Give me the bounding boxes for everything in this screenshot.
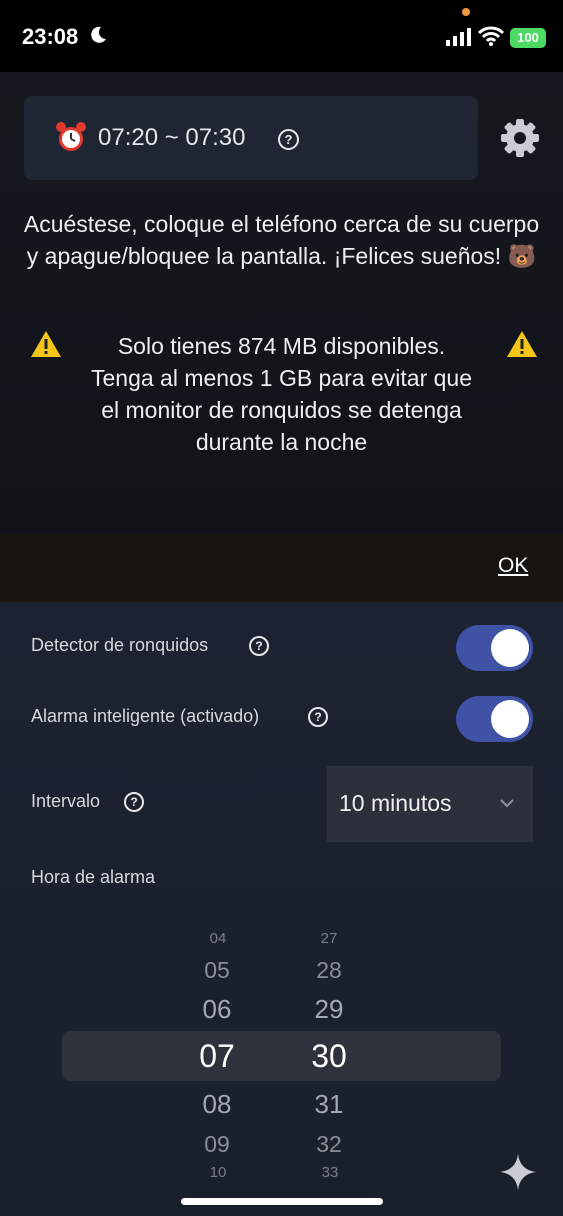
chevron-down-icon [500,799,514,808]
picker-selection-highlight [62,1031,501,1081]
minute-option[interactable]: 29 [299,994,359,1025]
minute-option[interactable]: 28 [299,957,359,984]
snore-detector-toggle[interactable] [456,625,533,671]
help-icon[interactable]: ? [249,636,269,656]
warning-icon [507,331,537,357]
alarm-time-label: Hora de alarma [31,867,156,887]
interval-value: 10 minutos [339,790,452,816]
alarm-range-box[interactable] [24,96,478,180]
hour-option[interactable]: 04 [188,930,248,947]
help-icon[interactable]: ? [308,707,328,727]
signal-icon [446,28,471,46]
alarm-range-text: 07:20 ~ 07:30 [98,124,246,151]
minute-option[interactable]: 33 [300,1164,360,1181]
warning-line: Solo tienes 874 MB disponibles. [117,333,446,359]
hour-selected[interactable]: 07 [187,1038,247,1075]
hour-option[interactable]: 05 [187,957,247,984]
snore-detector-label: Detector de ronquidos [31,635,209,655]
camera-indicator [462,8,470,16]
sleep-instructions: Acuéstese, coloque el teléfono cerca de … [23,211,540,269]
help-icon[interactable]: ? [124,792,144,812]
alarm-clock-icon [56,122,86,151]
settings-panel [0,602,563,1216]
status-bar: 23:08 100 [0,0,563,72]
storage-warning: Solo tienes 874 MB disponibles. Tenga al… [60,330,503,458]
toggle-knob [491,700,529,738]
warning-line: el monitor de ronquidos se detenga [101,397,462,423]
minute-option[interactable]: 27 [299,930,359,947]
ok-bar [0,534,563,602]
hour-option[interactable]: 06 [187,994,247,1025]
warning-line: durante la noche [195,429,368,455]
home-indicator [181,1198,383,1205]
hour-option[interactable]: 08 [187,1089,247,1120]
status-time: 23:08 [22,24,79,49]
wifi-icon [478,26,504,46]
minute-option[interactable]: 31 [299,1089,359,1120]
toggle-knob [491,629,529,667]
hour-option[interactable]: 09 [187,1131,247,1158]
minute-selected[interactable]: 30 [299,1038,359,1075]
interval-select[interactable]: 10 minutos [327,766,533,842]
warning-icon [31,331,61,357]
interval-label: Intervalo [31,791,101,811]
warning-line: Tenga al menos 1 GB para evitar que [90,365,472,391]
moon-icon [91,26,106,43]
smart-alarm-toggle[interactable] [456,696,533,742]
hour-option[interactable]: 10 [188,1164,248,1181]
sparkle-icon[interactable] [498,1152,538,1192]
ok-button[interactable]: OK [498,554,528,578]
gear-icon[interactable] [500,118,540,158]
smart-alarm-label: Alarma inteligente (activado) [31,706,260,726]
minute-option[interactable]: 32 [299,1131,359,1158]
help-icon[interactable]: ? [278,129,299,150]
battery-indicator: 100 [510,28,546,48]
